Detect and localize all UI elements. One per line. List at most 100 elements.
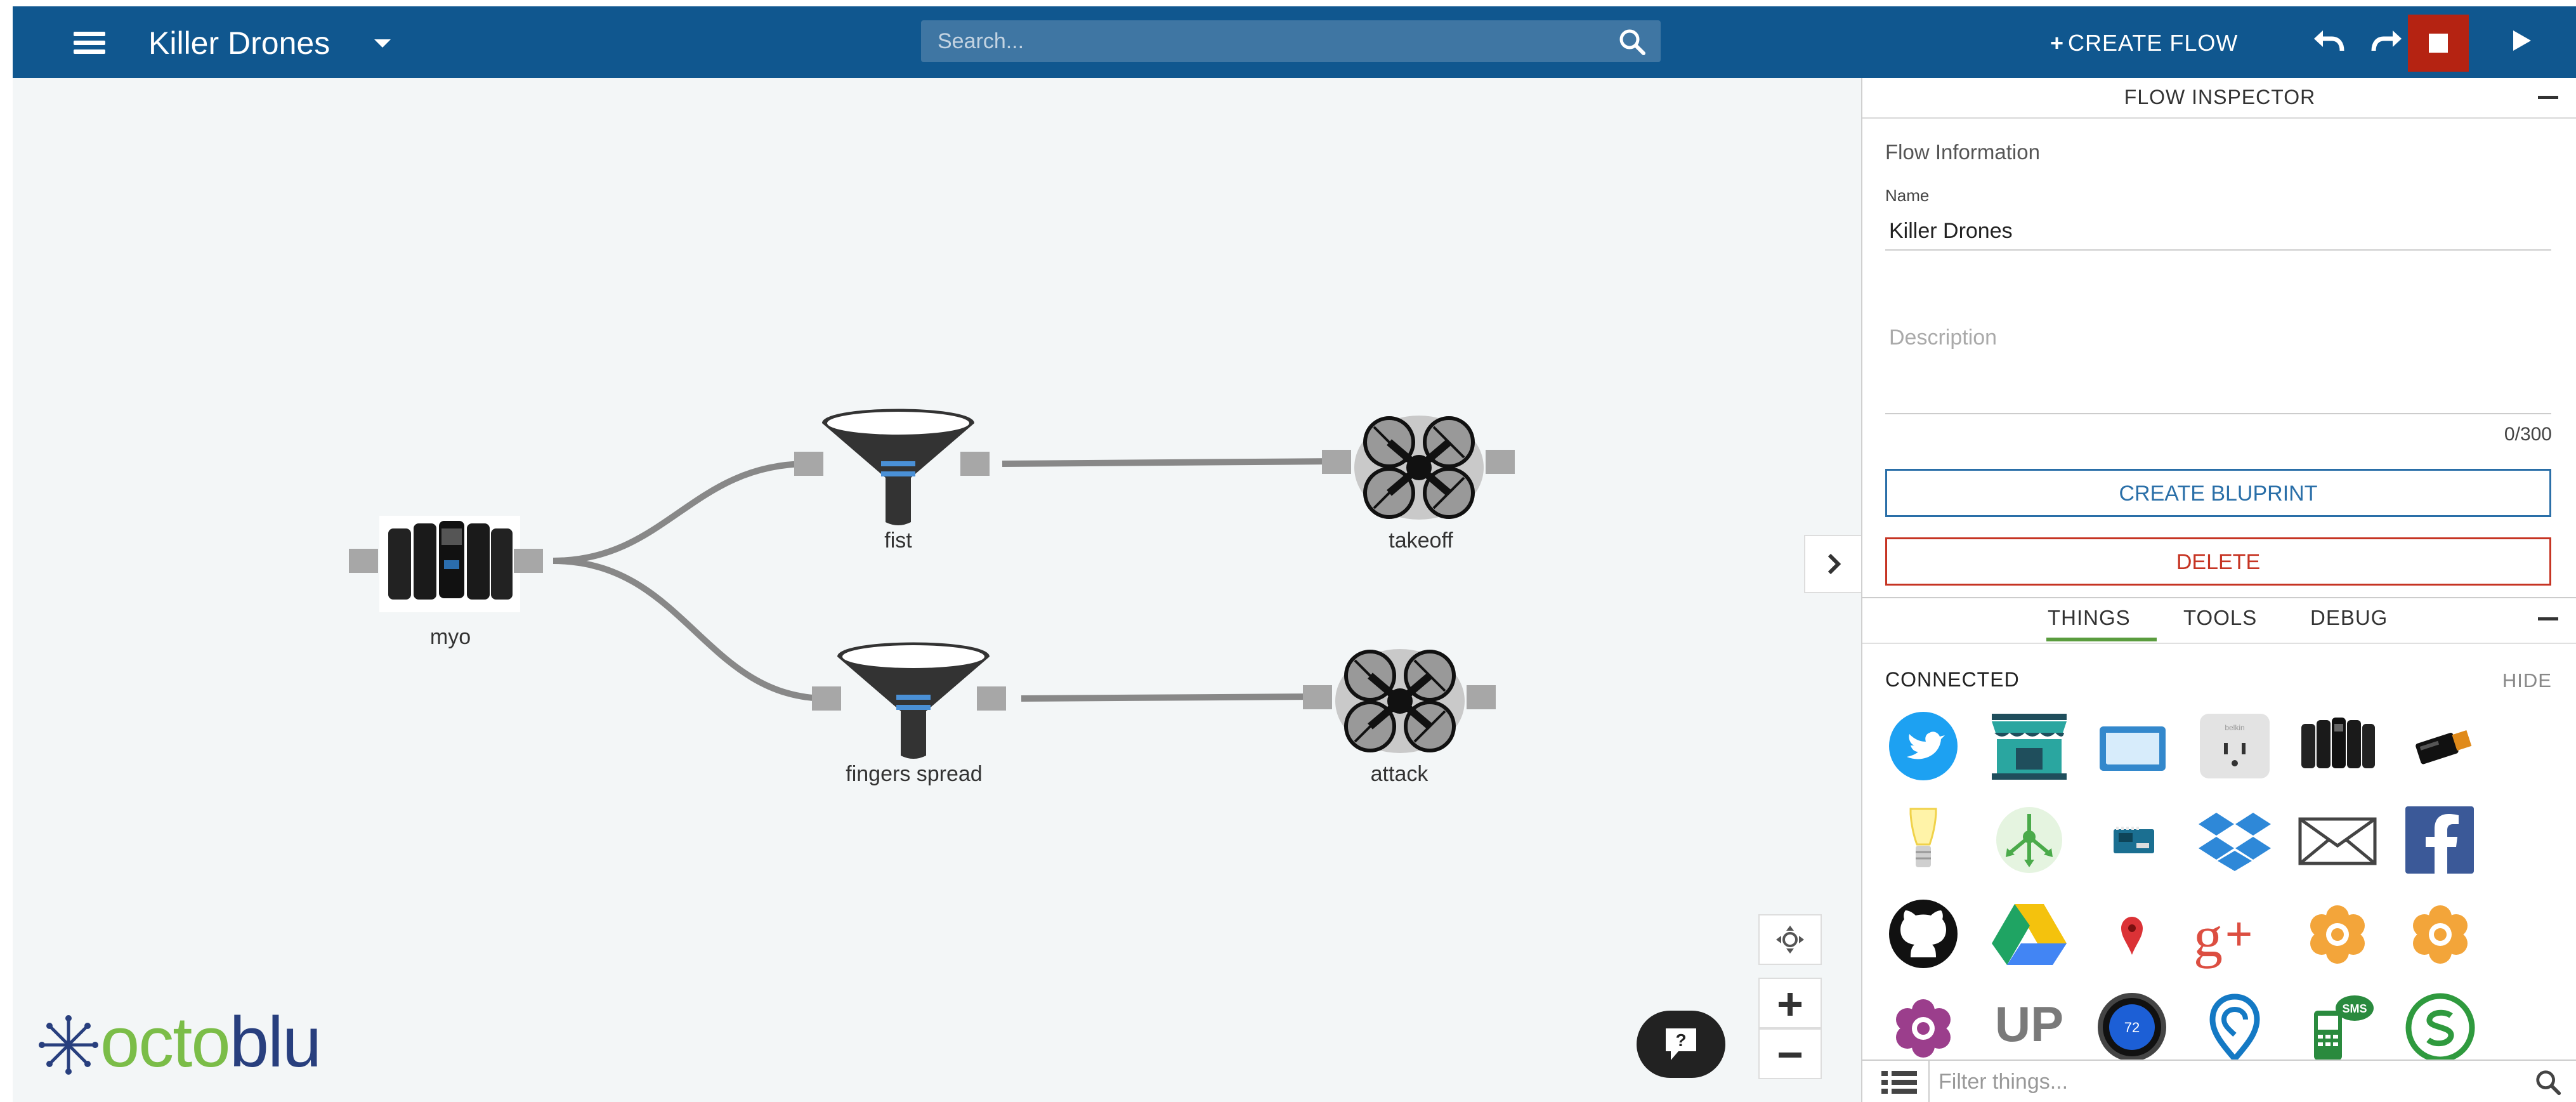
tab-tools[interactable]: TOOLS <box>2183 606 2257 630</box>
logo-blu: blu <box>229 1002 322 1082</box>
filter-things-input[interactable] <box>1932 1061 2511 1102</box>
flower-icon[interactable] <box>2296 899 2379 969</box>
redo-icon[interactable] <box>2369 22 2405 58</box>
output-port[interactable] <box>514 549 543 573</box>
svg-text:g: g <box>2194 904 2223 969</box>
svg-text:belkin: belkin <box>2225 723 2244 732</box>
output-port[interactable] <box>960 452 990 476</box>
light-bulb-icon[interactable] <box>1885 805 1968 875</box>
chevron-right-icon <box>1827 553 1841 575</box>
plus-icon: + <box>2050 30 2065 56</box>
node-label: fist <box>884 528 912 553</box>
logo-octo: octo <box>100 1002 231 1082</box>
filter-funnel-icon <box>822 409 974 525</box>
divider <box>1928 1061 1930 1102</box>
arduino-icon[interactable] <box>2091 805 2173 875</box>
background-window-edge <box>0 0 13 1102</box>
location-icon[interactable] <box>2194 993 2276 1063</box>
filter-funnel-icon <box>837 642 990 759</box>
belkin-outlet-icon[interactable]: belkin <box>2194 711 2276 781</box>
sphero-icon[interactable] <box>2399 993 2481 1063</box>
flow-inspector-panel: FLOW INSPECTOR Flow Information Name 0/3… <box>1861 78 2576 1102</box>
drone-icon <box>1335 649 1465 753</box>
collapse-things-icon[interactable] <box>2538 617 2558 620</box>
list-view-icon[interactable] <box>1881 1070 1917 1095</box>
link-myo-fist <box>552 461 809 564</box>
facebook-icon[interactable] <box>2399 805 2481 875</box>
search-icon[interactable] <box>1618 27 1647 56</box>
input-port[interactable] <box>1322 450 1351 474</box>
output-port[interactable] <box>977 686 1006 711</box>
usb-dongle-icon[interactable] <box>2399 711 2481 781</box>
tab-things[interactable]: THINGS <box>2048 606 2131 630</box>
description-field[interactable] <box>1885 325 2551 414</box>
zoom-in-button[interactable] <box>1758 978 1822 1028</box>
github-icon[interactable] <box>1885 899 1968 969</box>
chromecast-icon[interactable] <box>2091 711 2173 781</box>
hamburger-menu-icon[interactable] <box>74 29 108 56</box>
output-port[interactable] <box>1486 450 1515 474</box>
twitter-icon[interactable] <box>1885 711 1968 781</box>
flow-title[interactable]: Killer Drones <box>148 24 330 62</box>
inspector-header: FLOW INSPECTOR <box>1862 78 2576 119</box>
hide-link[interactable]: HIDE <box>2502 669 2552 692</box>
svg-text:SMS: SMS <box>2342 1002 2367 1015</box>
output-port[interactable] <box>1467 685 1496 709</box>
google-drive-icon[interactable] <box>1988 899 2070 969</box>
input-port[interactable] <box>1303 685 1332 709</box>
description-char-count: 0/300 <box>2504 424 2552 445</box>
undo-icon[interactable] <box>2310 22 2347 58</box>
octoblu-app: Killer Drones +CREATE FLOW <box>13 6 2576 1102</box>
node-label: myo <box>429 625 471 649</box>
name-label: Name <box>1885 186 1930 205</box>
svg-text:UP: UP <box>1995 996 2063 1052</box>
octoblu-logo: octoblu <box>37 1002 322 1082</box>
stop-button[interactable] <box>2408 15 2469 72</box>
link-myo-fingers <box>552 558 828 702</box>
drone-icon <box>1354 416 1484 520</box>
caret-down-icon[interactable] <box>374 39 391 48</box>
plus-icon <box>1779 993 1801 1016</box>
tab-debug[interactable]: DEBUG <box>2310 606 2388 630</box>
help-chat-button[interactable]: ? <box>1637 1011 1725 1078</box>
link-fist-takeoff <box>1002 458 1339 467</box>
zoom-out-button[interactable] <box>1758 1028 1822 1079</box>
create-blueprint-button[interactable]: CREATE BLUPRINT <box>1885 469 2551 517</box>
svg-text:+: + <box>2225 907 2252 960</box>
link-fingers-attack <box>1021 693 1320 702</box>
myo-armband-icon <box>379 516 520 612</box>
sms-icon[interactable]: SMS <box>2296 993 2379 1063</box>
stop-icon <box>2429 34 2448 53</box>
collapse-panel-button[interactable] <box>1804 535 1862 593</box>
connected-label: CONNECTED <box>1885 668 2020 691</box>
play-icon[interactable] <box>2509 28 2535 53</box>
nest-thermostat-icon[interactable]: 72 <box>2091 993 2173 1063</box>
section-title: Flow Information <box>1885 140 2040 164</box>
storefront-icon[interactable] <box>1988 711 2070 781</box>
collapse-inspector-icon[interactable] <box>2538 96 2558 99</box>
search-icon[interactable] <box>2534 1068 2562 1096</box>
flow-canvas[interactable]: myo fist takeoff fingers spread attack ?… <box>13 78 1862 1102</box>
search-box <box>921 20 1661 62</box>
filter-bar <box>1862 1059 2576 1102</box>
myo-armband-icon[interactable] <box>2296 711 2379 781</box>
inspector-title: FLOW INSPECTOR <box>2124 86 2316 108</box>
flower-purple-icon[interactable] <box>1885 993 1968 1063</box>
jawbone-up-icon[interactable]: UP <box>1988 993 2070 1063</box>
search-input[interactable] <box>921 20 1581 62</box>
delete-button[interactable]: DELETE <box>1885 537 2551 586</box>
flower-icon[interactable] <box>2399 899 2481 969</box>
dropbox-icon[interactable] <box>2194 805 2276 875</box>
create-flow-button[interactable]: + CREATE FLOW <box>2050 28 2238 58</box>
flow-name-field[interactable] <box>1885 213 2551 251</box>
node-label: fingers spread <box>846 762 983 786</box>
center-canvas-button[interactable] <box>1758 914 1822 965</box>
top-bar: Killer Drones +CREATE FLOW <box>13 6 2576 78</box>
map-pin-icon[interactable] <box>2091 899 2173 969</box>
email-icon[interactable] <box>2296 805 2379 875</box>
link-layer <box>552 458 1339 702</box>
input-port[interactable] <box>349 549 378 573</box>
google-plus-icon[interactable]: g + <box>2194 899 2276 969</box>
hub-icon[interactable] <box>1988 805 2070 875</box>
crosshair-icon <box>1776 926 1804 954</box>
